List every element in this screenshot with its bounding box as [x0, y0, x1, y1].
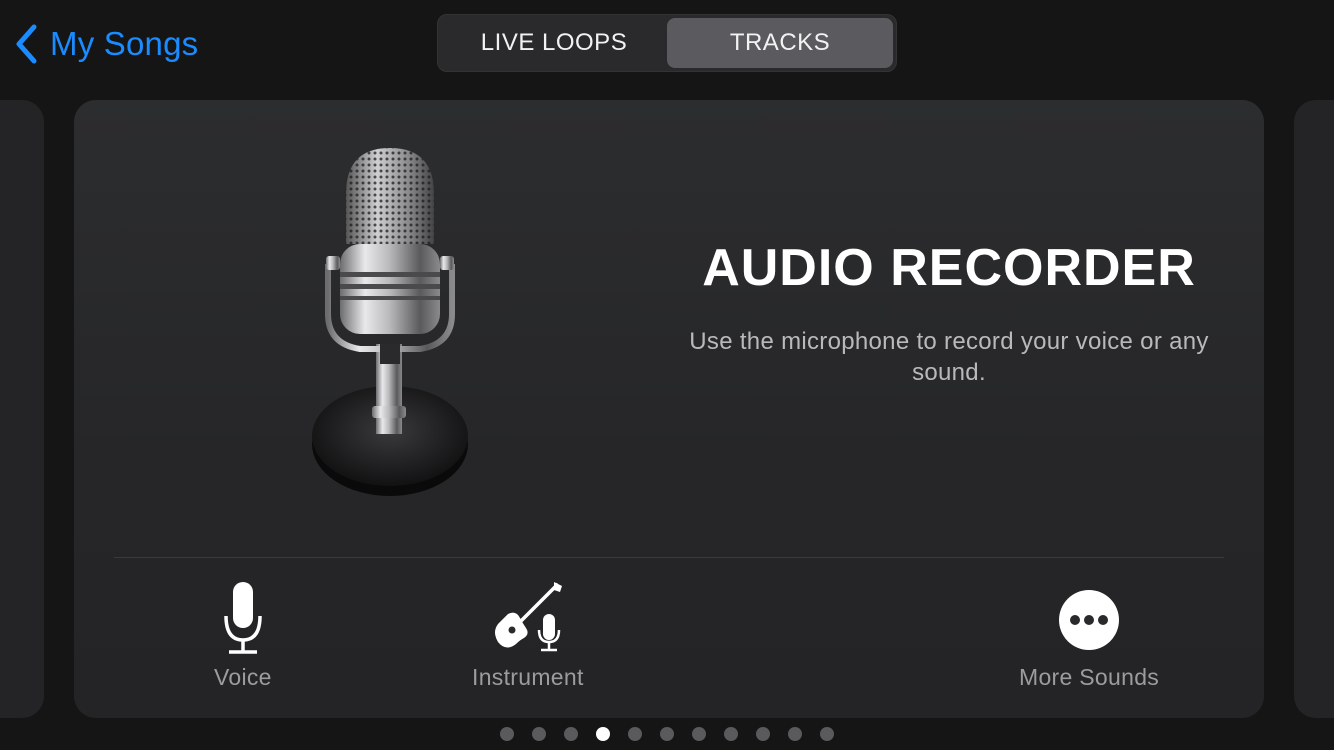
divider	[114, 557, 1224, 558]
page-dot[interactable]	[756, 727, 770, 741]
vintage-microphone-illustration	[312, 148, 468, 496]
voice-label: Voice	[214, 664, 272, 690]
page-dot[interactable]	[500, 727, 514, 741]
previous-card[interactable]	[0, 100, 44, 718]
more-sounds-label: More Sounds	[1019, 664, 1160, 690]
page-dot[interactable]	[724, 727, 738, 741]
page-dot[interactable]	[660, 727, 674, 741]
tab-live-loops[interactable]: LIVE LOOPS	[441, 18, 667, 68]
instrument-label: Instrument	[472, 664, 584, 690]
back-button[interactable]: My Songs	[14, 22, 198, 66]
tab-tracks[interactable]: TRACKS	[667, 18, 893, 68]
instrument-description: Use the microphone to record your voice …	[689, 328, 1209, 386]
page-dot[interactable]	[788, 727, 802, 741]
chevron-left-icon	[16, 24, 37, 64]
next-card[interactable]	[1294, 100, 1334, 718]
voice-option[interactable]: Voice	[214, 580, 272, 691]
back-label: My Songs	[50, 25, 199, 62]
page-dot[interactable]	[596, 727, 610, 741]
microphone-icon	[224, 582, 262, 654]
page-dot[interactable]	[532, 727, 546, 741]
more-icon	[1059, 590, 1120, 650]
guitar-microphone-icon	[494, 582, 562, 652]
page-dot[interactable]	[692, 727, 706, 741]
page-dot[interactable]	[564, 727, 578, 741]
page-dot[interactable]	[628, 727, 642, 741]
more-sounds-option[interactable]: More Sounds	[1019, 580, 1159, 691]
audio-recorder-card[interactable]: AUDIO RECORDER Use the microphone to rec…	[74, 100, 1264, 718]
instrument-option[interactable]: Instrument	[472, 580, 584, 691]
instrument-title: AUDIO RECORDER	[702, 239, 1196, 297]
page-indicator	[500, 727, 834, 741]
page-dot[interactable]	[820, 727, 834, 741]
view-switcher: LIVE LOOPS TRACKS	[437, 14, 897, 72]
